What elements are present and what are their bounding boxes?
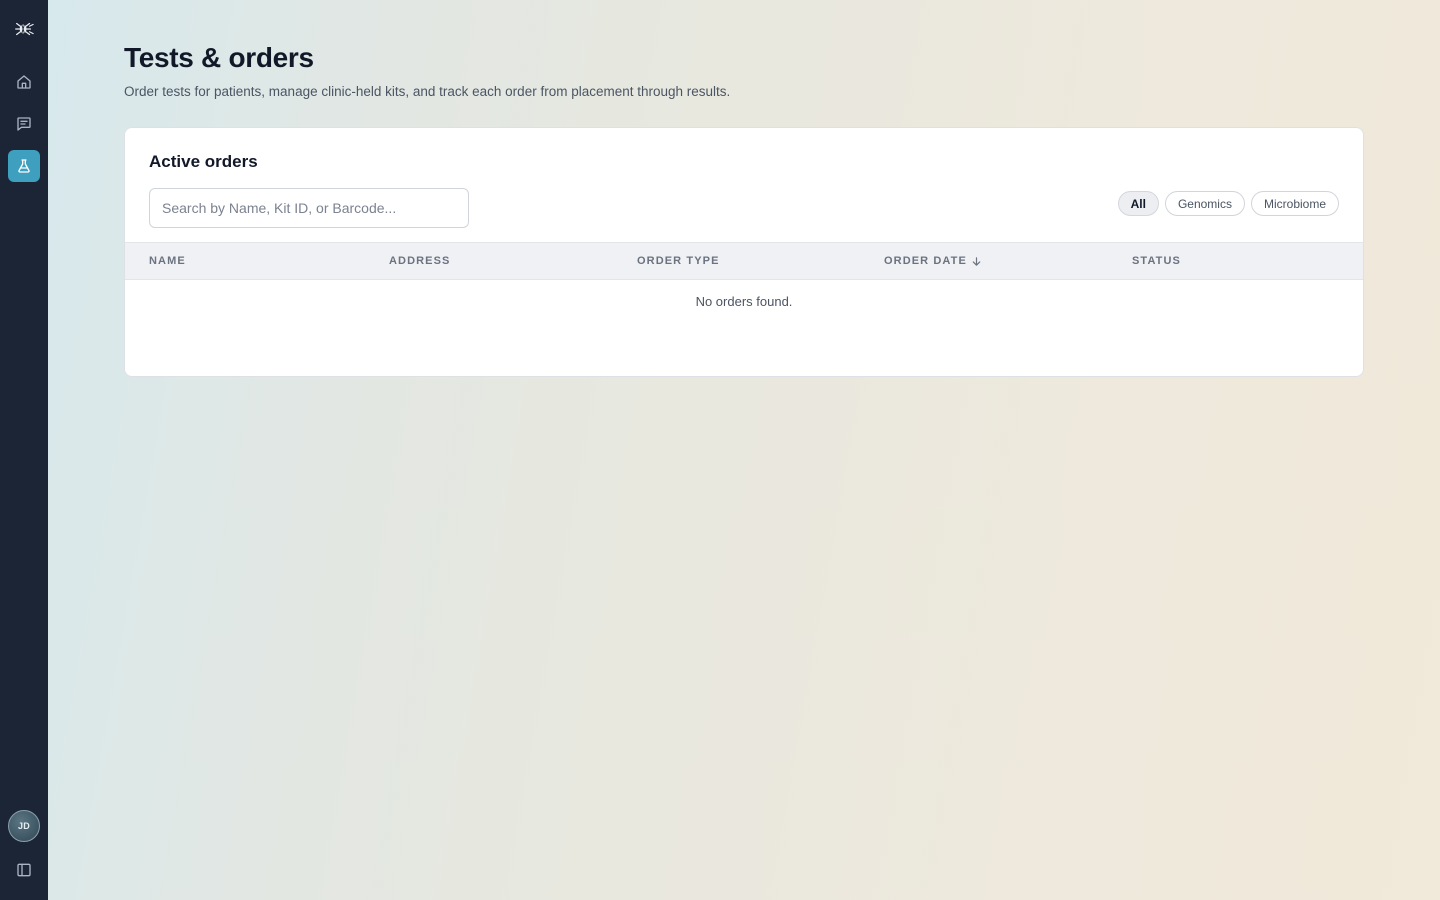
column-header-label: Status — [1132, 255, 1181, 267]
sidebar: JD — [0, 0, 48, 900]
card-title: Active orders — [149, 152, 258, 171]
dna-spider-logo-icon[interactable] — [12, 17, 36, 41]
search-input[interactable] — [149, 188, 469, 228]
sidebar-toggle-button[interactable] — [8, 854, 40, 886]
column-header-status[interactable]: Status — [1132, 243, 1181, 279]
sidebar-item-tests[interactable] — [8, 150, 40, 182]
filter-chip-genomics[interactable]: Genomics — [1164, 191, 1245, 216]
column-header-label: Name — [149, 255, 186, 267]
column-header-label: Order date — [884, 255, 967, 267]
column-header-label: Order type — [637, 255, 720, 267]
sidebar-toggle-icon — [17, 863, 31, 877]
page-subtitle: Order tests for patients, manage clinic-… — [124, 84, 731, 99]
sidebar-item-messages[interactable] — [8, 108, 40, 140]
filter-chips: All Genomics Microbiome — [1117, 191, 1339, 216]
column-header-label: Address — [389, 255, 451, 267]
column-header-order-type[interactable]: Order type — [637, 243, 720, 279]
sort-descending-icon — [972, 256, 981, 266]
page-title: Tests & orders — [124, 42, 314, 73]
active-orders-card: Active orders All Genomics Microbiome Na… — [124, 127, 1364, 377]
column-header-name[interactable]: Name — [149, 243, 186, 279]
home-icon — [17, 75, 31, 89]
sidebar-item-home[interactable] — [8, 66, 40, 98]
filter-chip-microbiome[interactable]: Microbiome — [1250, 191, 1339, 216]
message-icon — [17, 117, 31, 131]
filter-chip-all[interactable]: All — [1117, 191, 1159, 216]
flask-icon — [18, 159, 30, 173]
user-avatar[interactable]: JD — [8, 810, 40, 842]
column-header-order-date[interactable]: Order date — [884, 243, 982, 279]
empty-state-message: No orders found. — [695, 294, 793, 309]
column-header-address[interactable]: Address — [389, 243, 451, 279]
table-header: Name Address Order type Order date Statu… — [125, 242, 1363, 280]
